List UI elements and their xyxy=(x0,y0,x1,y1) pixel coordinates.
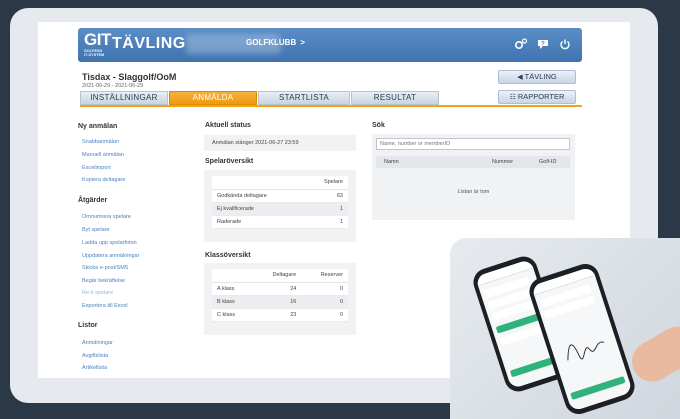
lists-heading: Listor xyxy=(78,322,98,329)
tavling-label: TÄVLING xyxy=(524,72,557,81)
search-panel: Namn Nummer Golf-ID Listan är tom xyxy=(372,134,575,220)
search-results-header: Namn Nummer Golf-ID xyxy=(376,156,570,168)
row-value: 63 xyxy=(303,189,348,203)
players-heading: Spelaröversikt xyxy=(205,158,254,165)
header-deltagare: Deltagare xyxy=(252,269,302,283)
row-value: 1 xyxy=(303,215,348,229)
players-panel: Spelare Godkända deltagare 63 Ej kvalifi… xyxy=(204,170,356,242)
table-row: B klass 16 0 xyxy=(212,295,348,309)
tab-resultat[interactable]: RESULTAT xyxy=(351,91,439,105)
club-selector[interactable]: GOLFKLUBB > xyxy=(246,38,305,47)
classes-panel: Deltagare Reserver A klass 24 0 B klass … xyxy=(204,263,356,335)
table-header: Spelare xyxy=(212,176,348,190)
link-ladda-upp-foton[interactable]: Ladda upp spelarfoton xyxy=(82,240,137,246)
logo-subtitle: GOLFENS IT-SYSTEM xyxy=(84,49,105,57)
link-kopiera-deltagare[interactable]: Kopiera deltagare xyxy=(82,177,125,183)
status-text: Anmälan stänger 2021-06-27 23:59 xyxy=(204,135,356,151)
phone-screen xyxy=(531,266,633,412)
link-disabled-action: Re-it spelare xyxy=(82,290,114,296)
class-participants: 24 xyxy=(252,282,302,296)
tab-startlista[interactable]: STARTLISTA xyxy=(258,91,350,105)
table-row: A klass 24 0 xyxy=(212,282,348,296)
table-row: C klass 23 0 xyxy=(212,308,348,322)
header-reserver: Reserver xyxy=(301,269,348,283)
link-byt-spelare[interactable]: Byt spelare xyxy=(82,227,110,233)
col-namn[interactable]: Namn xyxy=(384,159,399,165)
header-spelare: Spelare xyxy=(303,176,348,190)
link-begar-bekraftelse[interactable]: Begär bekräftelse xyxy=(82,278,125,284)
screen-green-bar xyxy=(570,375,626,400)
screen-green-bar xyxy=(509,356,556,378)
settings-icon[interactable] xyxy=(514,37,528,51)
link-skicka-epost[interactable]: Skicka e-post/SMS xyxy=(82,265,128,271)
players-table: Spelare Godkända deltagare 63 Ej kvalifi… xyxy=(212,176,348,229)
search-input[interactable] xyxy=(376,138,570,150)
link-manuell-anmalan[interactable]: Manuell anmälan xyxy=(82,152,124,158)
row-label: Raderade xyxy=(212,215,304,229)
class-participants: 16 xyxy=(252,295,302,309)
new-registration-heading: Ny anmälan xyxy=(78,123,118,130)
link-anmalningar[interactable]: Anmälningar xyxy=(82,340,113,346)
svg-text:?: ? xyxy=(541,42,545,48)
table-row: Ej kvalificerade 1 xyxy=(212,202,348,216)
logo[interactable]: GIT xyxy=(84,30,111,50)
link-exportera-excel[interactable]: Exportera till Excel xyxy=(82,303,128,309)
hand xyxy=(624,319,680,389)
link-excelimport[interactable]: Excelimport xyxy=(82,165,111,171)
app-name[interactable]: TÄVLING xyxy=(112,35,186,53)
power-icon[interactable] xyxy=(558,37,572,51)
tab-bar: INSTÄLLNINGAR ANMÄLDA STARTLISTA RESULTA… xyxy=(80,91,440,105)
header-bar: GIT GOLFENS IT-SYSTEM TÄVLING GOLFKLUBB >… xyxy=(78,28,582,62)
table-row: Godkända deltagare 63 xyxy=(212,189,348,203)
link-snabbanmalan[interactable]: Snabbanmälan xyxy=(82,139,119,145)
chevron-right-icon: > xyxy=(300,38,305,47)
empty-list-text: Listan är tom xyxy=(457,189,490,195)
link-omnumrera[interactable]: Omnumrera spelare xyxy=(82,214,131,220)
tab-installningar[interactable]: INSTÄLLNINGAR xyxy=(80,91,168,105)
classes-heading: Klassöversikt xyxy=(205,252,251,259)
class-participants: 23 xyxy=(252,308,302,322)
class-reserves: 0 xyxy=(301,295,348,309)
actions-heading: Åtgärder xyxy=(78,197,108,204)
tab-underline xyxy=(80,105,582,107)
signature-icon xyxy=(567,341,605,361)
club-label: GOLFKLUBB xyxy=(246,38,297,47)
report-icon: ☷ xyxy=(509,94,516,101)
class-label: B klass xyxy=(212,295,253,309)
row-value: 1 xyxy=(303,202,348,216)
search-heading: Sök xyxy=(372,122,385,129)
col-nummer[interactable]: Nummer xyxy=(492,159,513,165)
rapporter-button[interactable]: ☷ RAPPORTER xyxy=(498,90,576,104)
class-label: C klass xyxy=(212,308,253,322)
competition-dates: 2021-06-29 - 2021-06-29 xyxy=(82,83,144,89)
class-label: A klass xyxy=(212,282,253,296)
back-arrow-icon: ◀ xyxy=(517,74,523,81)
link-avgiftslista[interactable]: Avgiftslista xyxy=(82,353,108,359)
link-uppdatera-anmalningar[interactable]: Uppdatera anmälningar xyxy=(82,253,139,259)
class-reserves: 0 xyxy=(301,308,348,322)
classes-table: Deltagare Reserver A klass 24 0 B klass … xyxy=(212,269,348,322)
tab-anmalda[interactable]: ANMÄLDA xyxy=(169,91,257,105)
header-empty xyxy=(212,176,304,190)
header-empty xyxy=(212,269,253,283)
page-title: Tisdax - Slaggolf/OoM xyxy=(82,72,177,82)
row-label: Godkända deltagare xyxy=(212,189,304,203)
col-golf-id[interactable]: Golf-ID xyxy=(539,159,556,165)
table-row: Raderade 1 xyxy=(212,215,348,229)
tavling-button[interactable]: ◀ TÄVLING xyxy=(498,70,576,84)
phone-photo xyxy=(450,238,680,419)
help-icon[interactable]: ? xyxy=(536,37,550,51)
table-header: Deltagare Reserver xyxy=(212,269,348,283)
status-heading: Aktuell status xyxy=(205,122,251,129)
class-reserves: 0 xyxy=(301,282,348,296)
link-artikellista[interactable]: Artikellista xyxy=(82,365,107,371)
rapporter-label: RAPPORTER xyxy=(517,92,565,101)
row-label: Ej kvalificerade xyxy=(212,202,304,216)
